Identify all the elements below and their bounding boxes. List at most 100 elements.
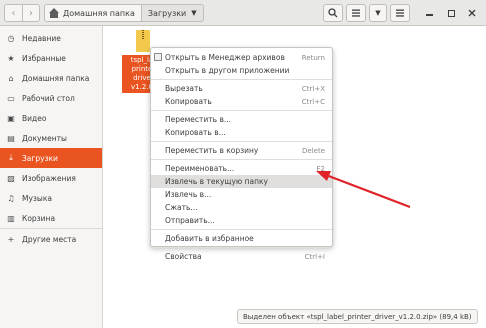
back-button[interactable]: ‹	[5, 5, 22, 21]
sidebar-item-label: Домашняя папка	[22, 73, 90, 83]
sidebar-item-label: Корзина	[22, 213, 56, 223]
desktop-icon: ▭	[7, 93, 15, 103]
sidebar-item-label: Музыка	[22, 193, 52, 203]
sidebar-item-label: Загрузки	[22, 153, 58, 163]
star-icon: ★	[7, 53, 15, 63]
menu-separator	[151, 79, 332, 80]
breadcrumb-downloads-label: Загрузки	[147, 8, 187, 18]
menu-item-label: Добавить в избранное	[165, 234, 254, 243]
menu-item-send-to[interactable]: Отправить...	[151, 214, 332, 227]
menu-item-cut[interactable]: Вырезать Ctrl+X	[151, 82, 332, 95]
sidebar-item-documents[interactable]: ▤ Документы	[0, 128, 102, 148]
menu-item-open-archive-manager[interactable]: Открыть в Менеджер архивов Return	[151, 51, 332, 64]
breadcrumb-downloads[interactable]: Загрузки ▼	[141, 4, 204, 22]
sidebar-item-home[interactable]: ⌂ Домашняя папка	[0, 68, 102, 88]
menu-item-extract-to[interactable]: Извлечь в...	[151, 188, 332, 201]
status-overlay: Выделен объект «tspl_label_printer_drive…	[237, 309, 478, 324]
menu-item-move-to[interactable]: Переместить в...	[151, 113, 332, 126]
menu-item-copy-to[interactable]: Копировать в...	[151, 126, 332, 139]
close-icon	[468, 9, 476, 17]
menu-separator	[151, 141, 332, 142]
view-options-button[interactable]: ▼	[369, 4, 387, 22]
menu-item-open-with-other[interactable]: Открыть в другом приложении	[151, 64, 332, 77]
menu-item-label: Открыть в другом приложении	[165, 66, 290, 75]
header-bar: ‹ › Домашняя папка Загрузки ▼ ▼	[0, 0, 486, 26]
menu-item-rename[interactable]: Переименовать... F2	[151, 162, 332, 175]
sidebar-item-label: Документы	[22, 133, 67, 143]
menu-button[interactable]	[390, 4, 410, 22]
menu-item-properties[interactable]: Свойства Ctrl+I	[151, 250, 332, 263]
menu-separator	[151, 159, 332, 160]
context-menu: Открыть в Менеджер архивов Return Открыт…	[150, 47, 333, 261]
nav-buttons: ‹ ›	[4, 4, 40, 22]
download-icon: ⤓	[9, 153, 13, 162]
chevron-down-icon: ▼	[375, 9, 381, 17]
search-button[interactable]	[323, 4, 343, 22]
minimize-icon	[425, 14, 433, 16]
archive-manager-icon	[154, 53, 162, 61]
menu-item-label: Копировать	[165, 97, 212, 106]
status-text: Выделен объект «tspl_label_printer_drive…	[243, 312, 472, 321]
menu-separator	[151, 247, 332, 248]
menu-item-extract-here[interactable]: Извлечь в текущую папку	[151, 175, 332, 188]
minimize-button[interactable]	[423, 7, 435, 19]
sidebar-item-starred[interactable]: ★ Избранные	[0, 48, 102, 68]
menu-item-label: Переместить в...	[165, 115, 232, 124]
view-list-icon	[352, 9, 360, 17]
menu-item-label: Отправить...	[165, 216, 215, 225]
menu-item-compress[interactable]: Сжать...	[151, 201, 332, 214]
sidebar-item-label: Рабочий стол	[22, 93, 75, 103]
maximize-button[interactable]	[445, 7, 457, 19]
search-icon	[328, 8, 338, 18]
sidebar-item-label: Другие места	[22, 234, 77, 244]
clock-icon: ◷	[7, 33, 15, 43]
menu-item-label: Переименовать...	[165, 164, 235, 173]
menu-item-add-to-starred[interactable]: Добавить в избранное	[151, 232, 332, 245]
menu-item-label: Сжать...	[165, 203, 198, 212]
menu-item-move-to-trash[interactable]: Переместить в корзину Delete	[151, 144, 332, 157]
sidebar-item-other-locations[interactable]: + Другие места	[0, 229, 102, 249]
sidebar-item-music[interactable]: ♫ Музыка	[0, 188, 102, 208]
sidebar-item-pictures[interactable]: ▧ Изображения	[0, 168, 102, 188]
sidebar-item-label: Видео	[22, 113, 47, 123]
home-icon: ⌂	[8, 73, 14, 83]
trash-icon: ▥	[7, 213, 15, 223]
menu-icon	[396, 9, 404, 17]
sidebar-item-label: Избранные	[22, 53, 66, 63]
maximize-icon	[447, 9, 455, 17]
menu-item-label: Вырезать	[165, 84, 203, 93]
menu-item-accelerator: Ctrl+C	[301, 97, 325, 106]
menu-item-accelerator: Return	[301, 53, 325, 62]
sidebar-item-label: Недавние	[22, 33, 61, 43]
menu-item-accelerator: Ctrl+X	[301, 84, 325, 93]
forward-button[interactable]: ›	[21, 5, 39, 21]
sidebar-item-recent[interactable]: ◷ Недавние	[0, 28, 102, 48]
sidebar: ◷ Недавние ★ Избранные ⌂ Домашняя папка …	[0, 26, 103, 328]
close-button[interactable]	[466, 7, 478, 19]
sidebar-item-downloads[interactable]: ⤓ Загрузки	[0, 148, 102, 168]
menu-item-label: Переместить в корзину	[165, 146, 259, 155]
sidebar-item-label: Изображения	[22, 173, 76, 183]
menu-item-label: Свойства	[165, 252, 202, 261]
menu-item-label: Открыть в Менеджер архивов	[165, 53, 285, 62]
menu-separator	[151, 110, 332, 111]
menu-item-label: Извлечь в...	[165, 190, 212, 199]
breadcrumb-home[interactable]: Домашняя папка	[44, 4, 142, 22]
breadcrumb: Домашняя папка Загрузки ▼	[44, 4, 204, 22]
view-list-button[interactable]	[346, 4, 366, 22]
menu-item-label: Копировать в...	[165, 128, 226, 137]
menu-item-label: Извлечь в текущую папку	[165, 177, 268, 186]
menu-item-accelerator: F2	[316, 164, 325, 173]
image-icon: ▧	[7, 173, 15, 183]
zip-archive-icon[interactable]	[136, 30, 150, 52]
video-icon: ▣	[7, 113, 15, 123]
menu-item-copy[interactable]: Копировать Ctrl+C	[151, 95, 332, 108]
sidebar-item-trash[interactable]: ▥ Корзина	[0, 208, 102, 228]
sidebar-item-videos[interactable]: ▣ Видео	[0, 108, 102, 128]
music-icon: ♫	[7, 193, 15, 203]
menu-item-accelerator: Delete	[302, 146, 325, 155]
sidebar-item-desktop[interactable]: ▭ Рабочий стол	[0, 88, 102, 108]
plus-icon: +	[7, 234, 15, 244]
chevron-down-icon: ▼	[191, 9, 197, 17]
document-icon: ▤	[7, 133, 15, 143]
